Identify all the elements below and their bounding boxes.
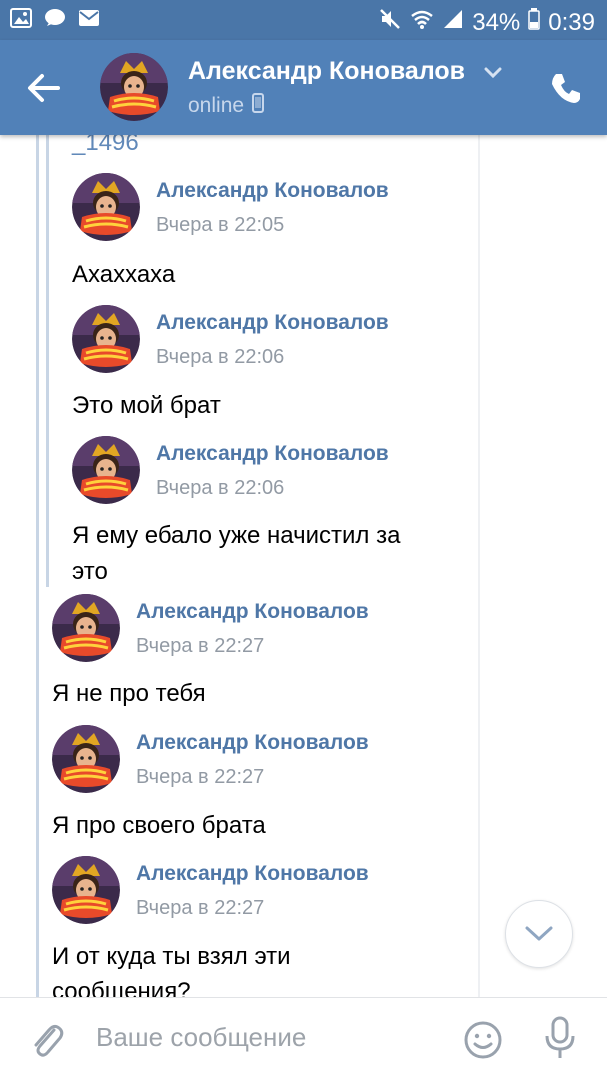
status-bar: 34% 0:39 <box>0 0 607 40</box>
avatar[interactable] <box>52 856 120 924</box>
message-time: Вчера в 22:27 <box>136 897 265 919</box>
mail-icon <box>78 9 100 32</box>
sender-name[interactable]: Александр Коновалов <box>136 731 369 755</box>
forward-bar-inner <box>46 135 49 587</box>
mobile-icon <box>252 93 265 119</box>
back-arrow-icon <box>28 74 60 102</box>
message-header: Александр Коновалов Вчера в 22:05 <box>72 173 472 243</box>
truncated-text: _1496 <box>72 135 139 156</box>
call-button[interactable] <box>548 70 584 106</box>
message-time: Вчера в 22:27 <box>136 766 265 788</box>
message-input[interactable]: Ваше сообщение <box>96 1022 306 1053</box>
notification-icons <box>10 8 100 33</box>
avatar[interactable] <box>72 436 140 504</box>
chat-bubble-icon <box>44 8 66 33</box>
status-text: online <box>188 94 245 117</box>
message-text: Я про своего брата <box>52 812 266 839</box>
message-time: Вчера в 22:06 <box>156 477 285 499</box>
microphone-button[interactable] <box>542 1016 578 1062</box>
sender-name[interactable]: Александр Коновалов <box>156 311 389 335</box>
signal-icon <box>442 8 464 37</box>
emoji-button[interactable] <box>463 1020 503 1060</box>
sender-name[interactable]: Александр Коновалов <box>136 862 369 886</box>
chevron-down-icon[interactable] <box>484 66 502 79</box>
image-icon <box>10 8 32 33</box>
message-header: Александр Коновалов Вчера в 22:27 <box>52 725 472 795</box>
attach-button[interactable] <box>28 1020 66 1060</box>
wifi-icon <box>410 8 434 37</box>
forward-bar-outer <box>36 135 39 997</box>
sender-name[interactable]: Александр Коновалов <box>156 179 389 203</box>
message-header: Александр Коновалов Вчера в 22:06 <box>72 305 472 375</box>
scroll-down-button[interactable] <box>505 900 573 968</box>
system-indicators: 34% 0:39 <box>378 7 595 38</box>
sender-name[interactable]: Александр Коновалов <box>156 442 389 466</box>
message-text: И от куда ты взял эти <box>52 943 291 970</box>
message-text: Это мой брат <box>72 392 221 419</box>
battery-percent: 34% <box>472 8 521 36</box>
mute-icon <box>378 7 402 38</box>
avatar[interactable] <box>52 725 120 793</box>
message-text: Я ему ебало уже начистил за <box>72 522 401 549</box>
smiley-icon <box>464 1021 502 1059</box>
message-text: Я не про тебя <box>52 680 206 707</box>
back-button[interactable] <box>24 70 64 106</box>
sender-name[interactable]: Александр Коновалов <box>136 600 369 624</box>
clock: 0:39 <box>548 8 595 36</box>
message-header: Александр Коновалов Вчера в 22:27 <box>52 856 472 926</box>
microphone-icon <box>545 1016 575 1058</box>
message-text: это <box>72 558 108 585</box>
chevron-down-icon <box>525 926 553 941</box>
message-header: Александр Коновалов Вчера в 22:06 <box>72 436 472 506</box>
forwarded-block-edge <box>478 135 480 997</box>
avatar[interactable] <box>100 53 168 121</box>
composer-bar: Ваше сообщение <box>0 997 607 1080</box>
message-header: Александр Коновалов Вчера в 22:27 <box>52 594 472 664</box>
avatar[interactable] <box>72 173 140 241</box>
battery-icon <box>528 8 541 37</box>
message-text: Ахаххаха <box>72 261 176 288</box>
message-time: Вчера в 22:06 <box>156 346 285 368</box>
message-time: Вчера в 22:27 <box>136 635 265 657</box>
contact-name[interactable]: Александр Коновалов <box>188 57 465 86</box>
presence-status: online <box>188 93 265 119</box>
avatar[interactable] <box>72 305 140 373</box>
phone-icon <box>552 74 580 103</box>
message-time: Вчера в 22:05 <box>156 214 285 236</box>
avatar[interactable] <box>52 594 120 662</box>
message-feed[interactable]: _1496 Александр Коновалов Вчера в 22:05 … <box>0 135 607 997</box>
paperclip-icon <box>34 1024 64 1057</box>
message-text: сообщения? <box>52 978 191 997</box>
chat-header: Александр Коновалов online <box>0 40 607 135</box>
